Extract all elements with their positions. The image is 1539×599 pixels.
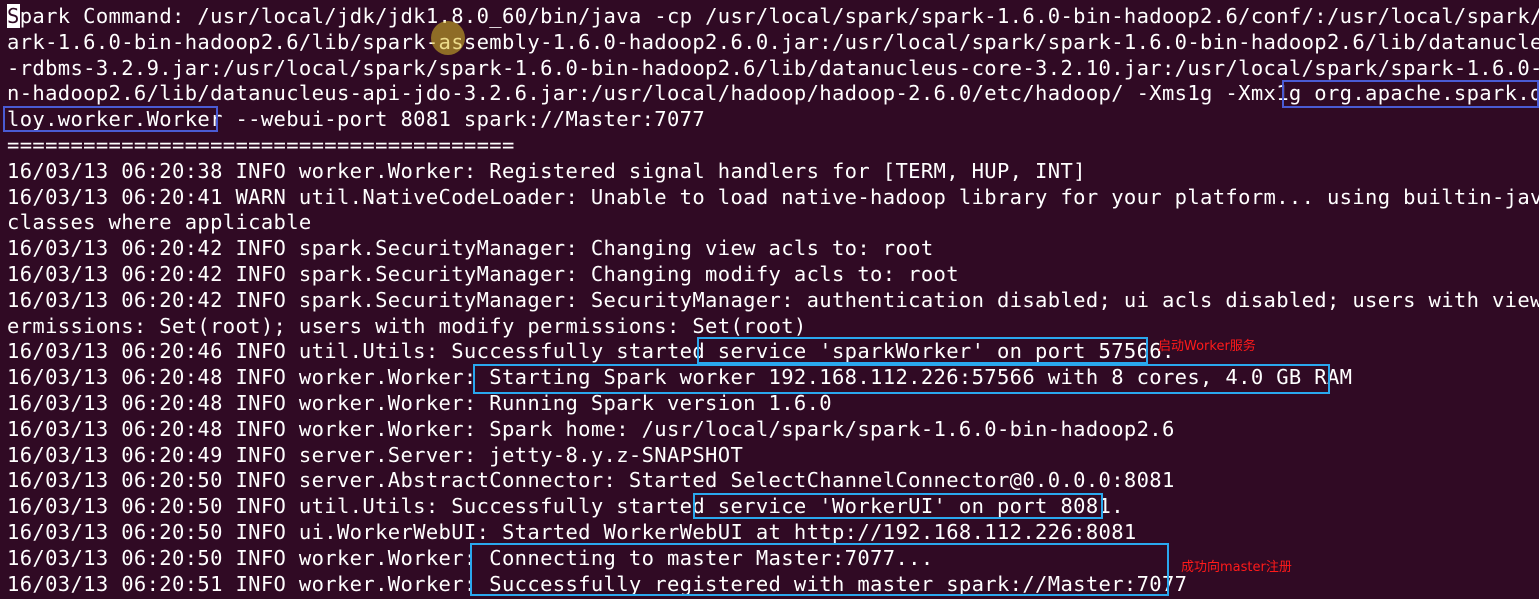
terminal-window[interactable]: Spark Command: /usr/local/jdk/jdk1.8.0_6…: [0, 0, 1539, 599]
terminal-line: Spark Command: /usr/local/jdk/jdk1.8.0_6…: [7, 4, 1539, 28]
annotation-register-with-master: 成功向master注册: [1181, 560, 1292, 575]
terminal-line: ermissions: Set(root); users with modify…: [7, 313, 807, 338]
terminal-line: ark-1.6.0-bin-hadoop2.6/lib/spark-assemb…: [7, 29, 1539, 54]
terminal-line: 16/03/13 06:20:50 INFO server.AbstractCo…: [7, 468, 1175, 493]
terminal-line: 16/03/13 06:20:50 INFO ui.WorkerWebUI: S…: [7, 519, 1137, 544]
terminal-line: 16/03/13 06:20:51 INFO worker.Worker: Su…: [7, 571, 1188, 596]
terminal-line: 16/03/13 06:20:41 WARN util.NativeCodeLo…: [7, 184, 1539, 209]
terminal-line: 16/03/13 06:20:49 INFO server.Server: je…: [7, 442, 744, 467]
terminal-line: 16/03/13 06:20:46 INFO util.Utils: Succe…: [7, 339, 1175, 364]
terminal-line: loy.worker.Worker --webui-port 8081 spar…: [7, 107, 706, 132]
terminal-line: 16/03/13 06:20:42 INFO spark.SecurityMan…: [7, 236, 934, 261]
terminal-line: 16/03/13 06:20:48 INFO worker.Worker: Ru…: [7, 390, 832, 415]
text-cursor: S: [7, 4, 20, 28]
terminal-line: 16/03/13 06:20:50 INFO util.Utils: Succe…: [7, 494, 1124, 519]
terminal-line: 16/03/13 06:20:48 INFO worker.Worker: Sp…: [7, 416, 1175, 441]
terminal-line: 16/03/13 06:20:38 INFO worker.Worker: Re…: [7, 158, 1086, 183]
terminal-output: Spark Command: /usr/local/jdk/jdk1.8.0_6…: [7, 4, 1539, 597]
terminal-line: classes where applicable: [7, 210, 312, 235]
terminal-line: 16/03/13 06:20:50 INFO worker.Worker: Co…: [7, 545, 934, 570]
terminal-line: n-hadoop2.6/lib/datanucleus-api-jdo-3.2.…: [7, 81, 1539, 106]
terminal-separator-line: ========================================: [7, 132, 515, 157]
terminal-line: -rdbms-3.2.9.jar:/usr/local/spark/spark-…: [7, 55, 1539, 80]
terminal-line: 16/03/13 06:20:42 INFO spark.SecurityMan…: [7, 261, 959, 286]
terminal-line: 16/03/13 06:20:48 INFO worker.Worker: St…: [7, 365, 1353, 390]
terminal-line: 16/03/13 06:20:42 INFO spark.SecurityMan…: [7, 287, 1539, 312]
annotation-start-worker-service: 启动Worker服务: [1158, 339, 1256, 354]
mouse-pointer-highlight: [431, 21, 465, 55]
